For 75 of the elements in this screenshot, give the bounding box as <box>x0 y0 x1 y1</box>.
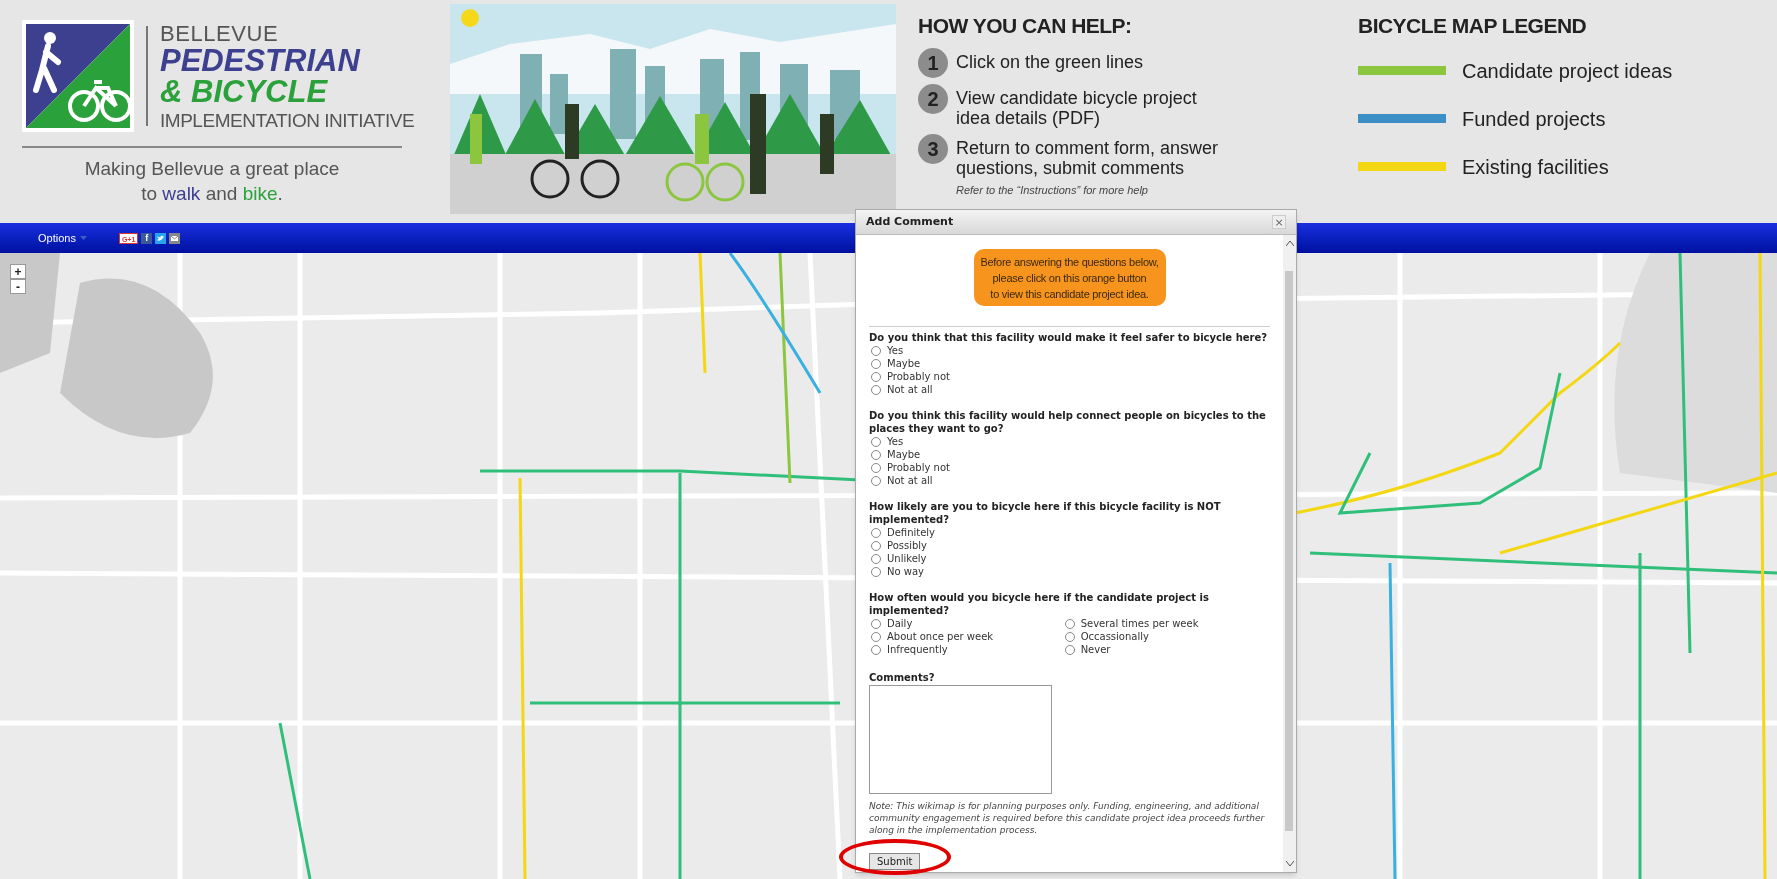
option-label: Maybe <box>887 357 921 372</box>
scroll-down-icon[interactable] <box>1285 861 1294 866</box>
logo-icon <box>22 20 134 132</box>
radio-button[interactable] <box>871 631 881 642</box>
radio-button[interactable] <box>871 371 881 382</box>
radio-button[interactable] <box>871 345 881 356</box>
legend-label: Candidate project ideas <box>1462 58 1673 84</box>
option-label: Infrequently <box>887 643 948 658</box>
submit-button[interactable]: Submit <box>869 853 921 870</box>
option-label: Several times per week <box>1080 617 1199 632</box>
caret-icon <box>79 236 87 240</box>
option-label: Yes <box>887 344 904 359</box>
radio-button[interactable] <box>871 475 881 486</box>
dialog-title: Add Comment <box>866 213 954 230</box>
scrollbar[interactable] <box>1283 235 1296 872</box>
radio-button[interactable] <box>871 553 881 564</box>
step-text: Click on the green lines <box>956 50 1145 72</box>
close-button[interactable]: × <box>1272 215 1286 229</box>
radio-button[interactable] <box>871 618 881 629</box>
comments-field[interactable] <box>869 685 1052 794</box>
radio-button[interactable] <box>871 527 881 538</box>
option-label: Not at all <box>887 383 933 398</box>
option-label: Probably not <box>887 461 950 476</box>
option-label: Maybe <box>887 448 921 463</box>
logo-subtitle: IMPLEMENTATION INITIATIVE <box>160 110 415 130</box>
option-label: About once per week <box>887 630 994 645</box>
options-menu[interactable]: Options <box>38 229 87 247</box>
envelope-icon[interactable] <box>169 232 181 244</box>
step-number: 1 <box>918 47 948 78</box>
comments-label: Comments? <box>869 671 936 686</box>
legend-label: Funded projects <box>1462 106 1606 132</box>
step-text: View candidate bicycle project idea details (PDF) <box>956 86 1198 128</box>
radio-button[interactable] <box>871 449 881 460</box>
option-label: Occassionally <box>1080 630 1149 645</box>
question-text: Do you think this facility would help connect people on bicycles to the places they want to go? <box>869 409 1267 436</box>
zoom-out-button[interactable]: - <box>10 279 26 294</box>
question-text: How often would you bicycle here if the candidate project is implemented? <box>869 591 1210 618</box>
option-label: Probably not <box>887 370 950 385</box>
radio-button[interactable] <box>871 358 881 369</box>
option-label: Never <box>1080 643 1111 658</box>
radio-button[interactable] <box>1064 631 1075 642</box>
question-text: Do you think that this facility would make it feel safer to bicycle here? <box>869 331 1269 345</box>
radio-button[interactable] <box>871 644 881 655</box>
help-note: Refer to the “Instructions” for more help <box>956 182 1149 198</box>
option-label: Daily <box>887 617 913 632</box>
step-number: 3 <box>918 133 948 164</box>
logo-title: & BICYCLE <box>160 75 329 107</box>
tagline: Making Bellevue a great place to walk and bike. <box>83 157 341 206</box>
radio-button[interactable] <box>871 436 881 447</box>
planning-note: Note: This wikimap is for planning purposes only. Funding, engineering, and additional community engagement is required before this candidate project idea proceeds further along in the implementation process. <box>869 800 1266 836</box>
legend-heading: BICYCLE MAP LEGEND <box>1358 13 1588 39</box>
radio-button[interactable] <box>871 384 881 395</box>
logo-title: PEDESTRIAN <box>160 44 362 76</box>
option-label: Unlikely <box>887 552 927 567</box>
radio-button[interactable] <box>871 566 881 577</box>
option-label: Yes <box>887 435 904 450</box>
radio-button[interactable] <box>1064 618 1075 629</box>
question-text: How likely are you to bicycle here if this bicycle facility is NOT implemented? <box>869 500 1222 527</box>
option-label: No way <box>887 565 924 580</box>
option-label: Definitely <box>887 526 936 541</box>
radio-button[interactable] <box>1064 644 1075 655</box>
radio-button[interactable] <box>871 462 881 473</box>
project-idea-button[interactable]: Before answering the questions below, please click on this orange button to view this candidate project idea. <box>973 249 1166 307</box>
option-label: Possibly <box>887 539 928 554</box>
radio-button[interactable] <box>871 540 881 551</box>
step-number: 2 <box>918 83 948 114</box>
share-button[interactable]: f <box>141 232 153 244</box>
help-heading: HOW YOU CAN HELP: <box>918 13 1133 39</box>
legend-label: Existing facilities <box>1462 154 1609 180</box>
option-label: Not at all <box>887 474 933 489</box>
step-text: Return to comment form, answer questions, submit comments <box>956 136 1220 178</box>
scroll-up-icon[interactable] <box>1285 241 1294 246</box>
bird-icon[interactable] <box>155 232 167 244</box>
city-name: BELLEVUE <box>160 22 280 45</box>
zoom-in-button[interactable]: + <box>10 264 26 279</box>
